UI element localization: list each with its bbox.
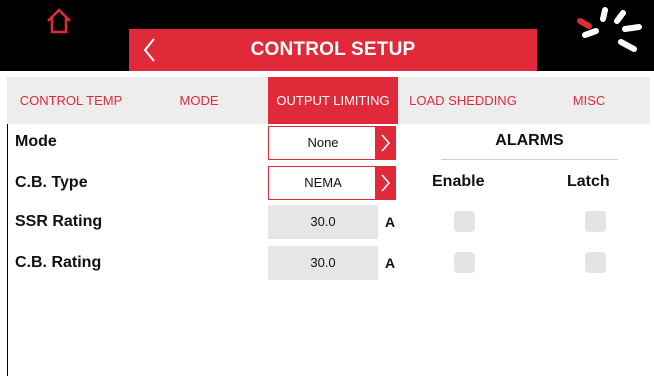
cb-type-select[interactable]: NEMA bbox=[268, 166, 396, 200]
ssr-rating-label: SSR Rating bbox=[15, 213, 103, 230]
ssr-latch-checkbox[interactable] bbox=[585, 211, 606, 232]
cb-rating-label: C.B. Rating bbox=[15, 254, 102, 271]
home-button[interactable] bbox=[44, 6, 74, 36]
page-title: CONTROL SETUP bbox=[250, 39, 416, 60]
alarms-heading: ALARMS bbox=[495, 132, 564, 149]
mode-label: Mode bbox=[15, 133, 57, 150]
cb-rating-field[interactable]: 30.0 bbox=[268, 246, 378, 280]
mode-value: None bbox=[307, 135, 339, 150]
ssr-enable-checkbox[interactable] bbox=[454, 211, 475, 232]
latch-column-header: Latch bbox=[567, 173, 610, 190]
tab-mode[interactable]: MODE bbox=[135, 77, 263, 124]
home-icon bbox=[47, 8, 71, 34]
mode-select[interactable]: None bbox=[268, 126, 396, 160]
title-banner: CONTROL SETUP bbox=[129, 29, 537, 71]
tab-misc[interactable]: MISC bbox=[528, 77, 650, 124]
cb-enable-checkbox[interactable] bbox=[454, 252, 475, 273]
tab-control-temp[interactable]: CONTROL TEMP bbox=[7, 77, 135, 124]
tab-load-shedding[interactable]: LOAD SHEDDING bbox=[398, 77, 528, 124]
chevron-right-icon bbox=[375, 127, 395, 159]
chevron-right-icon bbox=[375, 167, 395, 199]
cb-rating-unit: A bbox=[385, 255, 396, 271]
tab-bar: CONTROL TEMP MODE OUTPUT LIMITING LOAD S… bbox=[7, 77, 650, 124]
cb-latch-checkbox[interactable] bbox=[585, 252, 606, 273]
cb-type-label: C.B. Type bbox=[15, 174, 88, 191]
loading-spinner-icon bbox=[577, 7, 642, 52]
left-frame-line bbox=[7, 124, 8, 376]
tab-output-limiting[interactable]: OUTPUT LIMITING bbox=[268, 77, 398, 124]
alarms-divider bbox=[441, 159, 618, 160]
top-bar: CONTROL SETUP bbox=[0, 0, 654, 71]
ssr-rating-unit: A bbox=[385, 214, 396, 230]
ssr-rating-field[interactable]: 30.0 bbox=[268, 205, 378, 239]
cb-type-value: NEMA bbox=[304, 175, 342, 190]
enable-column-header: Enable bbox=[432, 173, 485, 190]
